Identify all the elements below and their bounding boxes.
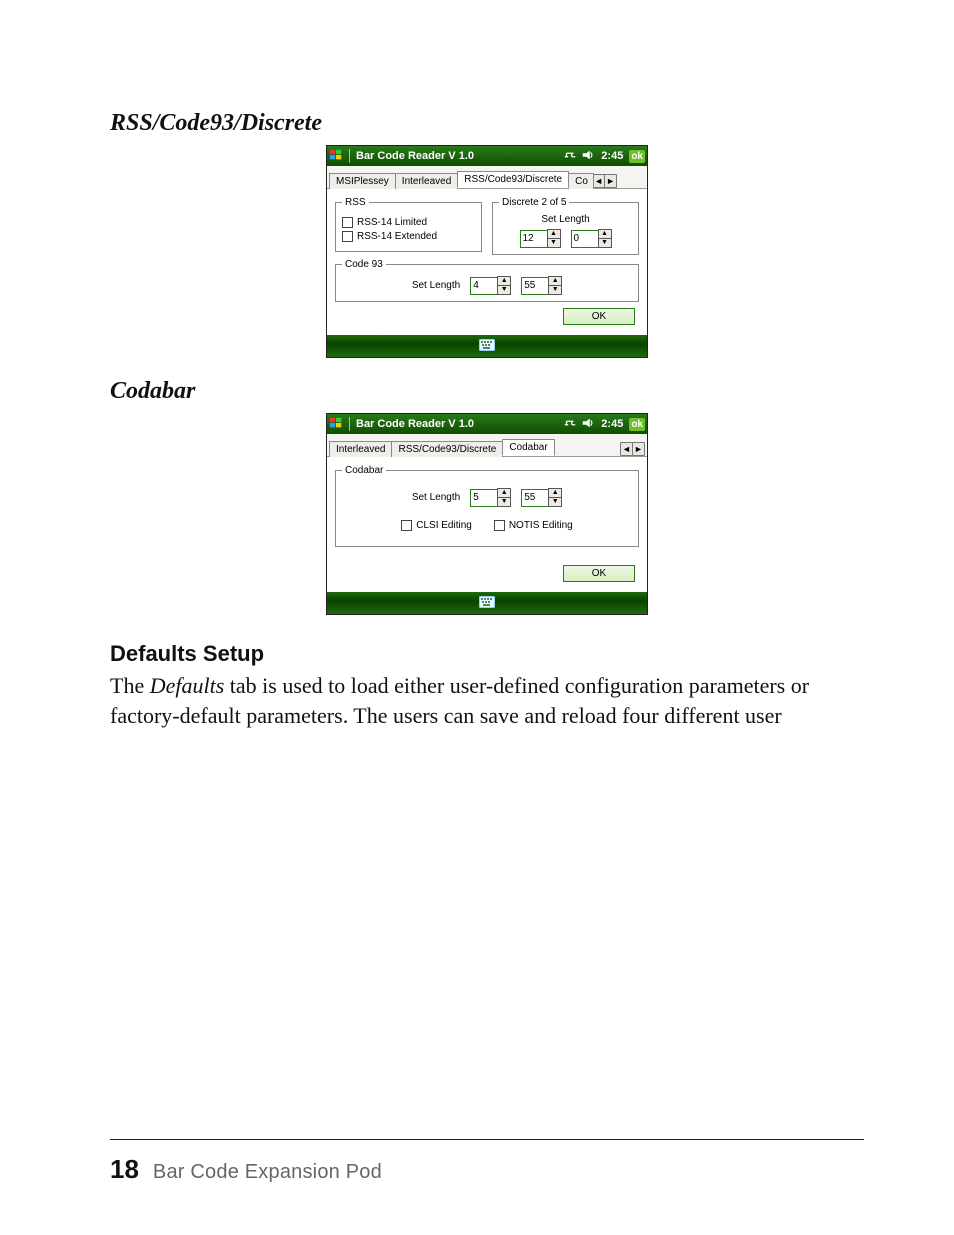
- checkbox-rss14-limited[interactable]: RSS-14 Limited: [342, 217, 475, 228]
- spinner-value[interactable]: 12: [520, 230, 548, 248]
- d25-max-spinner[interactable]: 0 ▲▼: [571, 229, 612, 248]
- spinner-up-icon[interactable]: ▲: [548, 488, 562, 498]
- ok-button[interactable]: OK: [563, 308, 635, 325]
- spinner-up-icon[interactable]: ▲: [547, 229, 561, 239]
- group-codabar: Codabar Set Length 5 ▲▼ 55 ▲▼: [335, 465, 639, 547]
- checkbox-label: CLSI Editing: [416, 520, 472, 531]
- group-d25-legend: Discrete 2 of 5: [499, 197, 569, 208]
- group-discrete-2of5: Discrete 2 of 5 Set Length 12 ▲▼ 0 ▲▼: [492, 197, 639, 255]
- connectivity-icon[interactable]: [563, 416, 577, 433]
- titlebar: Bar Code Reader V 1.0 2:45 ok: [327, 414, 647, 434]
- keyboard-icon[interactable]: [479, 339, 495, 354]
- tab-scroll-right[interactable]: ►: [605, 175, 616, 187]
- sip-bar: [327, 592, 647, 614]
- heading-defaults-setup: Defaults Setup: [110, 641, 864, 667]
- spinner-value[interactable]: 55: [521, 489, 549, 507]
- footer-title: Bar Code Expansion Pod: [153, 1161, 382, 1184]
- spinner-value[interactable]: 5: [470, 489, 498, 507]
- code93-min-spinner[interactable]: 4 ▲▼: [470, 276, 511, 295]
- group-codabar-legend: Codabar: [342, 465, 386, 476]
- paragraph-defaults: The Defaults tab is used to load either …: [110, 671, 864, 730]
- tab-interleaved[interactable]: Interleaved: [329, 441, 392, 457]
- spinner-up-icon[interactable]: ▲: [497, 488, 511, 498]
- ok-pill[interactable]: ok: [629, 150, 645, 163]
- tab-interleaved[interactable]: Interleaved: [395, 173, 458, 189]
- start-icon[interactable]: [329, 148, 343, 165]
- checkbox-icon: [342, 217, 353, 228]
- set-length-label: Set Length: [412, 280, 460, 291]
- spinner-down-icon[interactable]: ▼: [547, 239, 561, 248]
- checkbox-icon: [494, 520, 505, 531]
- sip-bar: [327, 335, 647, 357]
- tab-scroll-left[interactable]: ◄: [621, 443, 633, 455]
- group-rss: RSS RSS-14 Limited RSS-14 Extended: [335, 197, 482, 252]
- checkbox-notis-editing[interactable]: NOTIS Editing: [494, 520, 573, 531]
- ok-pill[interactable]: ok: [629, 418, 645, 431]
- spinner-up-icon[interactable]: ▲: [548, 276, 562, 286]
- group-rss-legend: RSS: [342, 197, 369, 208]
- tab-bar: Interleaved RSS/Code93/Discrete Codabar …: [327, 434, 647, 457]
- spinner-down-icon[interactable]: ▼: [548, 498, 562, 507]
- group-code93-legend: Code 93: [342, 259, 386, 270]
- code93-max-spinner[interactable]: 55 ▲▼: [521, 276, 562, 295]
- clock: 2:45: [601, 150, 623, 162]
- titlebar: Bar Code Reader V 1.0 2:45 ok: [327, 146, 647, 166]
- spinner-value[interactable]: 4: [470, 277, 498, 295]
- start-icon[interactable]: [329, 416, 343, 433]
- tab-scroll: ◄ ►: [592, 174, 617, 188]
- volume-icon[interactable]: [581, 148, 595, 165]
- spinner-down-icon[interactable]: ▼: [598, 239, 612, 248]
- checkbox-icon: [342, 231, 353, 242]
- checkbox-label: NOTIS Editing: [509, 520, 573, 531]
- codabar-min-spinner[interactable]: 5 ▲▼: [470, 488, 511, 507]
- spinner-down-icon[interactable]: ▼: [497, 498, 511, 507]
- tab-scroll-right[interactable]: ►: [633, 443, 644, 455]
- ok-button[interactable]: OK: [563, 565, 635, 582]
- tab-rss-code93-discrete[interactable]: RSS/Code93/Discrete: [391, 441, 503, 457]
- tab-rss-code93-discrete[interactable]: RSS/Code93/Discrete: [457, 171, 569, 188]
- page-number: 18: [110, 1154, 139, 1185]
- checkbox-rss14-extended[interactable]: RSS-14 Extended: [342, 231, 475, 242]
- codabar-max-spinner[interactable]: 55 ▲▼: [521, 488, 562, 507]
- spinner-value[interactable]: 55: [521, 277, 549, 295]
- set-length-label: Set Length: [499, 214, 632, 225]
- spinner-down-icon[interactable]: ▼: [497, 286, 511, 295]
- titlebar-separator: [349, 417, 350, 431]
- set-length-label: Set Length: [412, 492, 460, 503]
- checkbox-label: RSS-14 Extended: [357, 231, 437, 242]
- clock: 2:45: [601, 418, 623, 430]
- keyboard-icon[interactable]: [479, 596, 495, 611]
- footer-rule: [110, 1139, 864, 1140]
- tab-codabar-partial[interactable]: Co: [568, 173, 594, 189]
- connectivity-icon[interactable]: [563, 148, 577, 165]
- checkbox-icon: [401, 520, 412, 531]
- group-code93: Code 93 Set Length 4 ▲▼ 55 ▲▼: [335, 259, 639, 302]
- tab-scroll-left[interactable]: ◄: [593, 175, 605, 187]
- spinner-down-icon[interactable]: ▼: [548, 286, 562, 295]
- screenshot-codabar: Bar Code Reader V 1.0 2:45 ok Interleave…: [110, 413, 864, 615]
- screenshot-rss-code93-discrete: Bar Code Reader V 1.0 2:45 ok MSIPlessey…: [110, 145, 864, 358]
- volume-icon[interactable]: [581, 416, 595, 433]
- spinner-up-icon[interactable]: ▲: [598, 229, 612, 239]
- d25-min-spinner[interactable]: 12 ▲▼: [520, 229, 561, 248]
- tab-bar: MSIPlessey Interleaved RSS/Code93/Discre…: [327, 166, 647, 189]
- spinner-value[interactable]: 0: [571, 230, 599, 248]
- spinner-up-icon[interactable]: ▲: [497, 276, 511, 286]
- app-title: Bar Code Reader V 1.0: [356, 150, 474, 162]
- tab-codabar[interactable]: Codabar: [502, 439, 554, 456]
- checkbox-label: RSS-14 Limited: [357, 217, 427, 228]
- checkbox-clsi-editing[interactable]: CLSI Editing: [401, 520, 472, 531]
- tab-scroll: ◄ ►: [620, 442, 645, 456]
- heading-codabar: Codabar: [110, 378, 864, 405]
- app-title: Bar Code Reader V 1.0: [356, 418, 474, 430]
- titlebar-separator: [349, 149, 350, 163]
- tab-msiplessey[interactable]: MSIPlessey: [329, 173, 396, 189]
- heading-rss: RSS/Code93/Discrete: [110, 110, 864, 137]
